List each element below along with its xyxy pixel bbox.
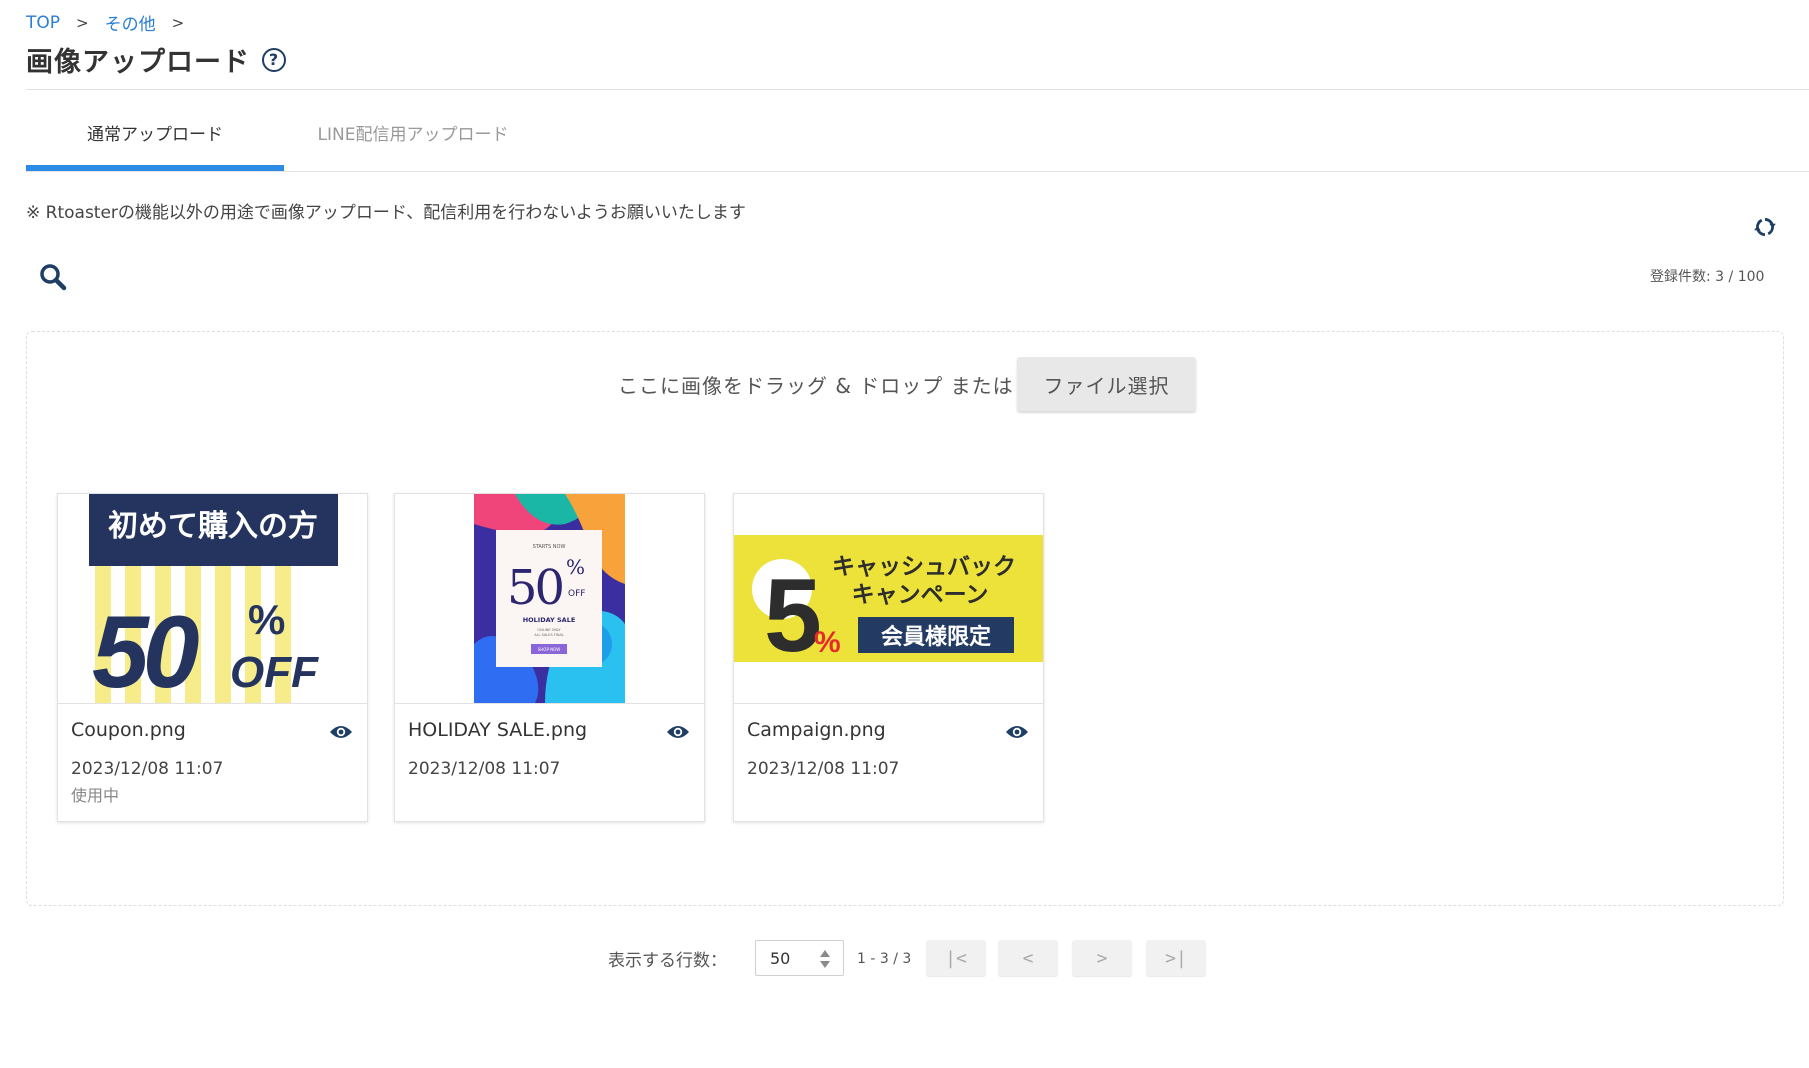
thumbnail-holiday-sale[interactable]: STARTS NOW 50 % OFF HOLIDAY SALE ONLINE … — [395, 494, 704, 704]
tab-bar: 通常アップロード LINE配信用アップロード — [26, 120, 542, 163]
breadcrumb-separator: > — [76, 13, 89, 32]
card-date: 2023/12/08 11:07 — [71, 759, 224, 779]
thumb-holiday-top: STARTS NOW — [533, 544, 566, 550]
first-page-button[interactable]: |< — [926, 940, 986, 976]
rows-per-page-value: 50 — [770, 948, 791, 968]
page-title: 画像アップロード — [26, 47, 250, 78]
divider — [26, 171, 1809, 172]
thumb-coupon-off: OFF — [230, 648, 319, 697]
card-status: 使用中 — [71, 786, 120, 805]
card-filename: Campaign.png — [747, 719, 886, 741]
image-card[interactable]: 5 % キャッシュバック キャンペーン 会員様限定 Campaign.png 2… — [733, 493, 1044, 822]
card-filename: Coupon.png — [71, 719, 186, 741]
page-range: 1 - 3 / 3 — [857, 951, 912, 967]
thumb-holiday-sub2: ALL SALES FINAL — [534, 633, 564, 637]
breadcrumb-separator: > — [171, 13, 185, 32]
card-date: 2023/12/08 11:07 — [408, 759, 561, 779]
thumb-campaign-line2: キャンペーン — [852, 582, 989, 608]
thumb-holiday-cta: SHOP NOW — [538, 647, 561, 652]
thumb-holiday-pct: % — [566, 555, 585, 579]
card-filename: HOLIDAY SALE.png — [408, 719, 588, 741]
breadcrumb: TOP > その他 > — [26, 10, 185, 36]
thumb-holiday-sub1: ONLINE ONLY — [537, 628, 561, 632]
thumb-campaign-line1: キャッシュバック — [832, 554, 1016, 580]
refresh-icon[interactable] — [1752, 214, 1778, 240]
registered-count: 登録件数: 3 / 100 — [1650, 269, 1765, 285]
help-icon[interactable]: ? — [262, 47, 286, 72]
eye-icon[interactable] — [329, 724, 353, 740]
eye-icon[interactable] — [666, 724, 690, 740]
thumb-holiday-sale: HOLIDAY SALE — [523, 616, 576, 624]
thumb-coupon-headline: 初めて購入の方 — [108, 509, 318, 544]
thumb-holiday-off: OFF — [568, 589, 585, 599]
last-page-button[interactable]: >| — [1146, 940, 1206, 976]
breadcrumb-top-link[interactable]: TOP — [26, 13, 60, 33]
eye-icon[interactable] — [1005, 724, 1029, 740]
thumbnail-coupon[interactable]: 初めて購入の方 50 % OFF — [58, 494, 367, 704]
tab-line-upload[interactable]: LINE配信用アップロード — [284, 120, 542, 163]
dropzone-instruction: ここに画像をドラッグ & ドロップ または — [618, 374, 1014, 398]
thumb-coupon-pct: % — [248, 596, 285, 643]
prev-page-button[interactable]: < — [998, 940, 1058, 976]
file-select-button[interactable]: ファイル選択 — [1017, 357, 1196, 411]
search-icon[interactable] — [38, 262, 68, 292]
rows-per-page-label: 表示する行数： — [608, 951, 727, 971]
thumb-coupon-big: 50 — [92, 595, 199, 703]
thumb-holiday-big: 50 — [507, 560, 563, 616]
spinner-arrows-icon[interactable] — [819, 948, 831, 970]
usage-notice: ※ Rtoasterの機能以外の用途で画像アップロード、配信利用を行わないようお… — [26, 203, 746, 223]
tab-normal-upload[interactable]: 通常アップロード — [26, 120, 284, 163]
image-card[interactable]: STARTS NOW 50 % OFF HOLIDAY SALE ONLINE … — [394, 493, 705, 822]
image-card[interactable]: 初めて購入の方 50 % OFF Coupon.png 2023/12/08 1… — [57, 493, 368, 822]
thumb-campaign-badge: 会員様限定 — [881, 624, 991, 650]
page-title-row: 画像アップロード ? — [26, 40, 286, 79]
thumb-campaign-pct: % — [814, 626, 841, 659]
next-page-button[interactable]: > — [1072, 940, 1132, 976]
breadcrumb-other-link[interactable]: その他 — [105, 10, 156, 35]
thumbnail-campaign[interactable]: 5 % キャッシュバック キャンペーン 会員様限定 — [734, 494, 1043, 704]
card-date: 2023/12/08 11:07 — [747, 759, 900, 779]
divider — [26, 89, 1809, 90]
rows-per-page-select[interactable]: 50 — [755, 940, 844, 976]
